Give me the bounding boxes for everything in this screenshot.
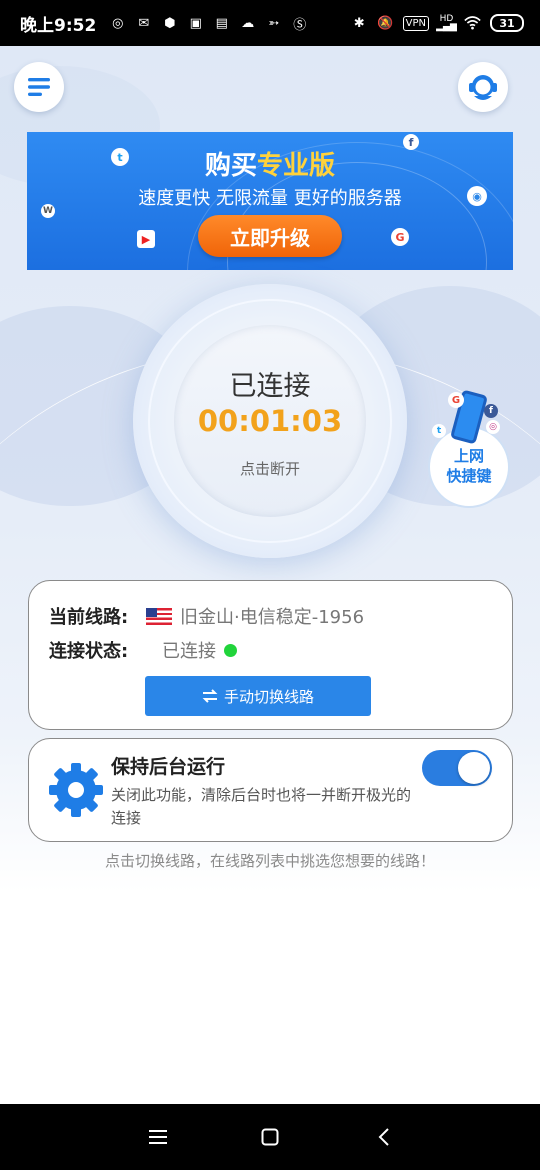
switch-route-button[interactable]: 手动切换线路	[145, 676, 371, 716]
gear-icon	[49, 763, 103, 817]
bird-icon: ➳	[268, 15, 280, 31]
menu-lines-icon	[149, 1130, 167, 1144]
shop-icon: ▤	[215, 15, 228, 31]
recent-apps-button[interactable]	[140, 1119, 176, 1155]
disconnect-hint: 点击断开	[239, 460, 300, 478]
app-hex-icon: ⬢	[164, 15, 176, 31]
support-button[interactable]	[458, 62, 508, 112]
navigation-bar	[0, 1104, 540, 1170]
connected-dot-icon	[224, 643, 237, 657]
connection-state-row: 连接状态: 已连接	[49, 637, 237, 663]
current-route-row: 当前线路: 旧金山·电信稳定-1956	[49, 603, 364, 629]
keep-alive-toggle[interactable]	[422, 750, 492, 786]
banner-title: 购买专业版	[204, 151, 336, 181]
battery-icon: 31	[490, 14, 524, 32]
menu-button[interactable]	[14, 62, 64, 112]
menu-icon	[28, 78, 50, 96]
vpn-badge: VPN	[402, 15, 429, 31]
youtube-icon: ▶	[137, 230, 155, 248]
upgrade-now-button[interactable]: 立即升级	[198, 215, 342, 257]
connection-state-label: 连接状态:	[49, 641, 129, 662]
keep-alive-card: 保持后台运行 关闭此功能，清除后台时也将一并断开极光的连接	[28, 738, 513, 842]
switch-route-label: 手动切换线路	[223, 687, 314, 706]
keep-alive-title: 保持后台运行	[111, 756, 226, 778]
connection-timer: 00:01:03	[197, 404, 343, 438]
home-button[interactable]	[252, 1119, 288, 1155]
main-area: t W ▶ f ◉ G 购买专业版 速度更快 无限流量 更好的服务器 立即升级 …	[0, 46, 540, 1104]
home-square-icon	[261, 1128, 279, 1146]
app-s-icon: Ⓢ	[293, 17, 307, 33]
status-bar: 晚上9:52 ◎ ✉ ⬢ ▣ ▤ ☁ ➳ Ⓢ ✱ 🔕 VPN HD ▂▄▆ 31	[0, 0, 540, 46]
footer-tip: 点击切换线路，在线路列表中挑选您想要的线路！	[104, 852, 435, 870]
current-route-label: 当前线路:	[49, 607, 129, 628]
toggle-knob	[458, 752, 490, 784]
back-button[interactable]	[366, 1119, 402, 1155]
customer-service-icon	[469, 75, 497, 100]
game-icon: ▣	[189, 15, 202, 31]
facebook-icon: f	[484, 404, 498, 418]
google-icon: G	[448, 392, 464, 408]
wifi-icon	[464, 15, 481, 32]
bluetooth-icon: ✱	[353, 15, 365, 31]
back-chevron-icon	[378, 1128, 389, 1146]
connection-status: 已连接	[229, 371, 311, 402]
wechat-icon: ✉	[138, 15, 150, 31]
keep-alive-description: 关闭此功能，清除后台时也将一并断开极光的连接	[111, 786, 412, 827]
instagram-icon: ◎	[486, 420, 500, 434]
cloud-icon: ☁	[241, 15, 255, 31]
twitter-icon: t	[432, 424, 446, 438]
google-icon: G	[391, 228, 409, 246]
us-flag-icon	[146, 607, 172, 625]
connection-state-value: 已连接	[162, 641, 216, 662]
upgrade-banner[interactable]: t W ▶ f ◉ G 购买专业版 速度更快 无限流量 更好的服务器 立即升级	[27, 132, 513, 270]
swap-icon	[202, 689, 218, 703]
route-card: 当前线路: 旧金山·电信稳定-1956 连接状态: 已连接 手动切换线路	[28, 580, 513, 730]
shortcut-label: 上网 快捷键	[446, 447, 492, 485]
signal-icon: HD ▂▄▆	[436, 14, 457, 32]
banner-subtitle: 速度更快 无限流量 更好的服务器	[138, 188, 402, 209]
status-time: 晚上9:52	[20, 15, 97, 36]
netease-icon: ◎	[112, 15, 124, 31]
current-route-value: 旧金山·电信稳定-1956	[180, 607, 365, 628]
mute-bell-icon: 🔕	[377, 15, 394, 31]
